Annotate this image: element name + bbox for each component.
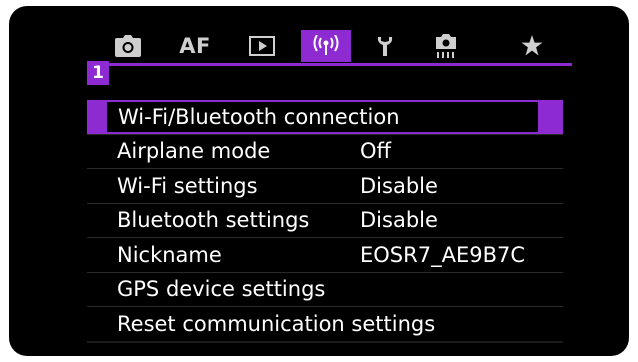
- menu-item-reset-communication-settings[interactable]: Reset communication settings: [87, 307, 563, 342]
- menu-item-label: Nickname: [117, 242, 222, 267]
- tab-wireless[interactable]: [301, 30, 351, 62]
- menu-item-wifi-bluetooth-connection[interactable]: Wi-Fi/Bluetooth connection: [87, 100, 563, 135]
- wireless-icon: [311, 35, 341, 57]
- menu-item-value: Disable: [360, 208, 438, 233]
- tab-shooting[interactable]: [103, 30, 153, 62]
- menu-item-airplane-mode[interactable]: Airplane mode Off: [87, 135, 563, 169]
- menu-item-value: EOSR7_AE9B7C: [360, 242, 526, 267]
- menu-item-value: Off: [360, 139, 391, 164]
- tab-underline: [96, 63, 572, 66]
- selection-stripe: [538, 100, 563, 134]
- tab-playback[interactable]: [237, 30, 287, 62]
- tab-af[interactable]: AF: [170, 30, 220, 62]
- wrench-icon: [375, 35, 397, 57]
- tab-setup[interactable]: [361, 30, 411, 62]
- subtab-1[interactable]: 1: [87, 61, 109, 85]
- menu-item-label: Bluetooth settings: [117, 208, 310, 233]
- menu-item-label: Reset communication settings: [117, 311, 436, 336]
- tab-custom-functions[interactable]: [421, 30, 471, 62]
- tab-my-menu[interactable]: [507, 30, 557, 62]
- menu-item-wifi-settings[interactable]: Wi-Fi settings Disable: [87, 169, 563, 204]
- custom-functions-icon: [433, 34, 459, 58]
- af-tab-label: AF: [179, 34, 211, 58]
- menu-tab-bar: AF: [95, 30, 565, 64]
- playback-icon: [249, 36, 275, 56]
- menu-item-gps-device-settings[interactable]: GPS device settings: [87, 273, 563, 307]
- star-icon: [521, 35, 543, 57]
- menu-item-label: Wi-Fi/Bluetooth connection: [118, 104, 400, 129]
- menu-item-nickname[interactable]: Nickname EOSR7_AE9B7C: [87, 238, 563, 273]
- menu-item-label: Airplane mode: [117, 139, 271, 164]
- menu-list: Wi-Fi/Bluetooth connection Airplane mode…: [87, 100, 563, 342]
- menu-item-bluetooth-settings[interactable]: Bluetooth settings Disable: [87, 204, 563, 238]
- menu-item-value: Disable: [360, 173, 438, 198]
- menu-item-label: GPS device settings: [117, 277, 326, 302]
- menu-item-label: Wi-Fi settings: [117, 173, 258, 198]
- camera-icon: [115, 35, 141, 57]
- menu-bottom-divider: [87, 341, 563, 343]
